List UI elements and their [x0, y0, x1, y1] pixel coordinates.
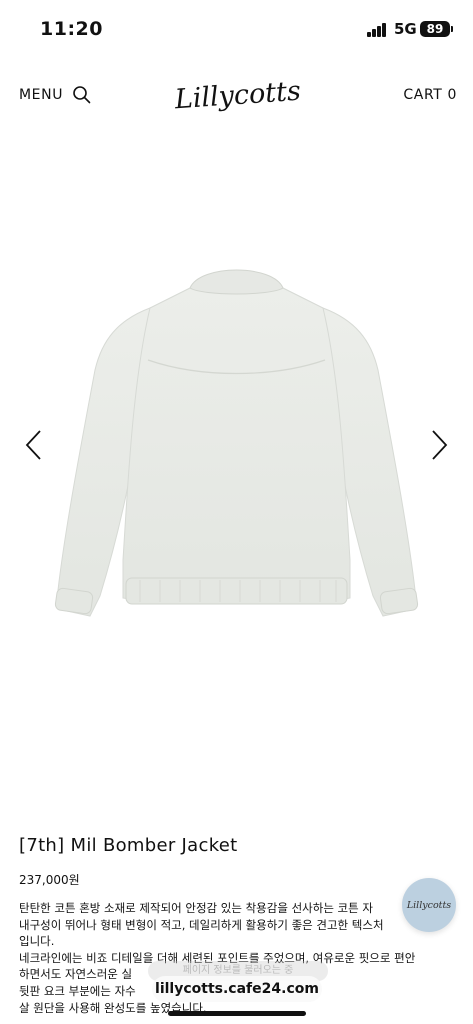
product-gallery — [0, 150, 473, 790]
brand-logo[interactable]: Lillycotts — [168, 66, 308, 126]
home-indicator[interactable] — [168, 1011, 306, 1016]
product-image[interactable] — [40, 260, 433, 630]
product-price: 237,000원 — [19, 873, 80, 887]
page: 11:20 5G 89 MENU Lillycotts CART 0 [7th]… — [0, 0, 473, 1024]
site-header: MENU Lillycotts CART 0 — [0, 58, 473, 138]
search-icon[interactable] — [72, 85, 92, 105]
description-line: 입니다. — [19, 934, 55, 949]
description-line: 탄탄한 코튼 혼방 소재로 제작되어 안정감 있는 착용감을 선사하는 코튼 자 — [19, 901, 373, 915]
url-bar[interactable]: lillycotts.cafe24.com — [152, 976, 322, 1002]
brand-logo-text: Lillycotts — [173, 76, 302, 116]
product-name: [7th] Mil Bomber Jacket — [19, 835, 238, 856]
network-label: 5G — [394, 20, 417, 38]
battery-icon: 89 — [420, 21, 450, 37]
description-line: 내구성이 뛰어나 형태 변형이 적고, 데일리하게 활용하기 좋은 견고한 텍스… — [19, 917, 384, 932]
battery-tip — [451, 26, 453, 32]
chevron-right-icon[interactable] — [427, 428, 451, 462]
cart-button[interactable]: CART 0 — [403, 87, 457, 103]
status-time: 11:20 — [40, 18, 103, 40]
menu-button[interactable]: MENU — [19, 87, 63, 103]
signal-icon — [367, 23, 387, 37]
chevron-left-icon[interactable] — [22, 428, 46, 462]
chat-logo: Lillycotts — [406, 899, 452, 911]
chat-button[interactable]: Lillycotts — [402, 878, 456, 932]
status-bar: 11:20 5G 89 — [0, 0, 473, 58]
